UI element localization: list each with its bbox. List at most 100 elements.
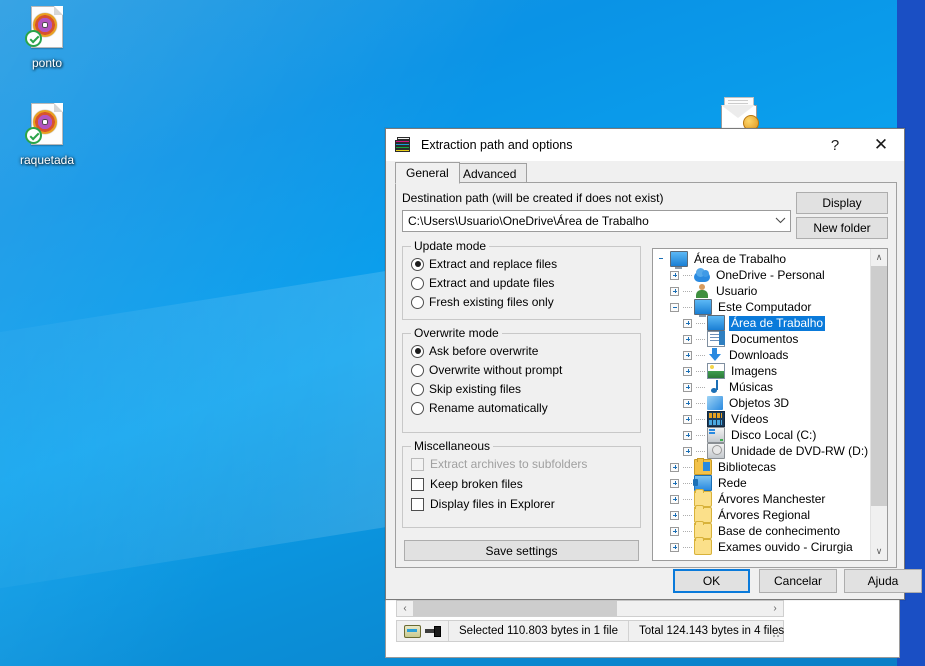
tree-node[interactable]: OneDrive - Personal: [653, 267, 871, 283]
tree-node[interactable]: Exames ouvido - Cirurgia: [653, 537, 871, 555]
cancel-button[interactable]: Cancelar: [759, 569, 837, 593]
monitor-icon: [694, 299, 712, 317]
tree-node[interactable]: Vídeos: [653, 411, 871, 427]
tree-node-label: Downloads: [729, 347, 789, 362]
tree-node[interactable]: Usuario: [653, 283, 871, 299]
checkbox-indicator: [411, 497, 424, 511]
tree-connector: [683, 466, 692, 468]
radio-indicator: [411, 257, 424, 271]
new-folder-button[interactable]: New folder: [796, 217, 888, 239]
expand-icon[interactable]: [683, 398, 692, 408]
radio-skip-existing-files[interactable]: Skip existing files: [411, 382, 521, 396]
tree-node-label: Árvores Manchester: [718, 491, 826, 506]
checkbox-extract-archives-to-subfolders: Extract archives to subfolders: [411, 457, 587, 471]
tree-connector: [696, 354, 705, 356]
expand-icon[interactable]: [670, 286, 679, 296]
expand-icon[interactable]: [670, 494, 679, 504]
radio-extract-and-replace[interactable]: Extract and replace files: [411, 257, 557, 271]
desktop-icon-raquetada[interactable]: raquetada: [3, 101, 91, 167]
horizontal-scrollbar[interactable]: ‹ ›: [396, 600, 784, 617]
tree-node[interactable]: Objetos 3D: [653, 395, 871, 411]
tree-node[interactable]: Documentos: [653, 331, 871, 347]
download-icon: [707, 348, 723, 362]
tree-node-label: Rede: [718, 475, 747, 490]
radio-ask-before-overwrite[interactable]: Ask before overwrite: [411, 344, 538, 358]
expand-icon[interactable]: [683, 350, 692, 360]
expand-icon[interactable]: [670, 462, 679, 472]
tab-advanced[interactable]: Advanced: [452, 163, 528, 183]
tree-node[interactable]: Downloads: [653, 347, 871, 363]
ok-button[interactable]: OK: [673, 569, 750, 593]
tree-node[interactable]: Base de conhecimento: [653, 521, 871, 539]
radio-extract-and-update[interactable]: Extract and update files: [411, 276, 554, 290]
expand-icon[interactable]: [670, 526, 679, 536]
expand-icon[interactable]: [683, 414, 692, 424]
tree-node[interactable]: Este Computador: [653, 299, 871, 317]
expand-icon[interactable]: [683, 430, 692, 440]
checkbox-display-files-in-explorer[interactable]: Display files in Explorer: [411, 497, 555, 511]
radio-overwrite-without-prompt[interactable]: Overwrite without prompt: [411, 363, 562, 377]
folder-icon: [694, 537, 712, 555]
dialog-titlebar[interactable]: Extraction path and options ? ✕: [386, 129, 904, 161]
tree-node-label: Área de Trabalho: [729, 315, 826, 331]
radio-fresh-existing-only[interactable]: Fresh existing files only: [411, 295, 554, 309]
chevron-down-icon[interactable]: [770, 216, 790, 227]
tab-general[interactable]: General: [395, 162, 460, 184]
key-icon: [425, 625, 441, 637]
option-label: Keep broken files: [430, 477, 523, 491]
tree-connector: [696, 322, 705, 324]
tree-node[interactable]: Árvores Manchester: [653, 489, 871, 507]
resize-grip[interactable]: [770, 628, 780, 638]
tree-node[interactable]: Área de Trabalho: [653, 315, 871, 333]
close-icon[interactable]: ✕: [858, 129, 904, 161]
scroll-down-icon[interactable]: ∨: [871, 543, 887, 560]
radio-rename-automatically[interactable]: Rename automatically: [411, 401, 548, 415]
tree-node[interactable]: Árvores Regional: [653, 505, 871, 523]
expand-icon[interactable]: [683, 382, 692, 392]
tree-node[interactable]: Músicas: [653, 379, 871, 395]
collapse-icon[interactable]: [670, 302, 679, 312]
radio-indicator: [411, 276, 424, 290]
expand-icon[interactable]: [670, 542, 679, 552]
scroll-left-icon[interactable]: ‹: [397, 601, 413, 616]
status-bar: Selected 110.803 bytes in 1 file Total 1…: [396, 620, 784, 642]
tree-node[interactable]: Unidade de DVD-RW (D:): [653, 443, 871, 459]
cloud-icon: [694, 268, 710, 282]
display-button[interactable]: Display: [796, 192, 888, 214]
tree-node[interactable]: Área de Trabalho: [653, 251, 871, 269]
library-icon: [694, 458, 712, 475]
tree-node-label: Objetos 3D: [729, 395, 790, 410]
help-button[interactable]: ?: [812, 129, 858, 161]
expand-icon[interactable]: [683, 318, 692, 328]
tree-node[interactable]: Rede: [653, 475, 871, 491]
folder-tree-list: Área de Trabalho OneDrive - Personal Usuar…: [653, 251, 871, 555]
help-footer-button[interactable]: Ajuda: [844, 569, 922, 593]
destination-path-value[interactable]: C:\Users\Usuario\OneDrive\Área de Trabal…: [403, 214, 770, 228]
desktop-icon-ponto[interactable]: ponto: [3, 4, 91, 70]
tree-node[interactable]: Bibliotecas: [653, 458, 871, 475]
expand-icon[interactable]: [683, 366, 692, 376]
tree-vertical-scrollbar[interactable]: ∧ ∨: [870, 249, 887, 560]
tree-node-label: Imagens: [731, 363, 778, 378]
tree-node-label: Base de conhecimento: [718, 523, 841, 538]
scroll-right-icon[interactable]: ›: [767, 601, 783, 616]
checkbox-keep-broken-files[interactable]: Keep broken files: [411, 477, 523, 491]
expand-icon[interactable]: [683, 446, 692, 456]
option-label: Extract and update files: [429, 276, 555, 290]
document-icon: [707, 331, 725, 347]
folder-tree-panel[interactable]: Área de Trabalho OneDrive - Personal Usuar…: [652, 248, 888, 561]
destination-path-combobox[interactable]: C:\Users\Usuario\OneDrive\Área de Trabal…: [402, 210, 791, 232]
expand-icon[interactable]: [670, 510, 679, 520]
scrollbar-track[interactable]: [617, 601, 767, 616]
expand-icon[interactable]: [670, 478, 679, 488]
expand-icon[interactable]: [670, 270, 679, 280]
scroll-up-icon[interactable]: ∧: [871, 249, 887, 266]
tree-node-label: Vídeos: [731, 411, 769, 426]
expand-icon[interactable]: [683, 334, 692, 344]
miscellaneous-group: Miscellaneous Extract archives to subfol…: [402, 439, 641, 528]
save-settings-button[interactable]: Save settings: [404, 540, 639, 561]
tree-node[interactable]: Disco Local (C:): [653, 427, 871, 443]
tree-node[interactable]: Imagens: [653, 363, 871, 379]
scrollbar-thumb[interactable]: [413, 601, 617, 616]
scrollbar-thumb[interactable]: [871, 266, 887, 506]
